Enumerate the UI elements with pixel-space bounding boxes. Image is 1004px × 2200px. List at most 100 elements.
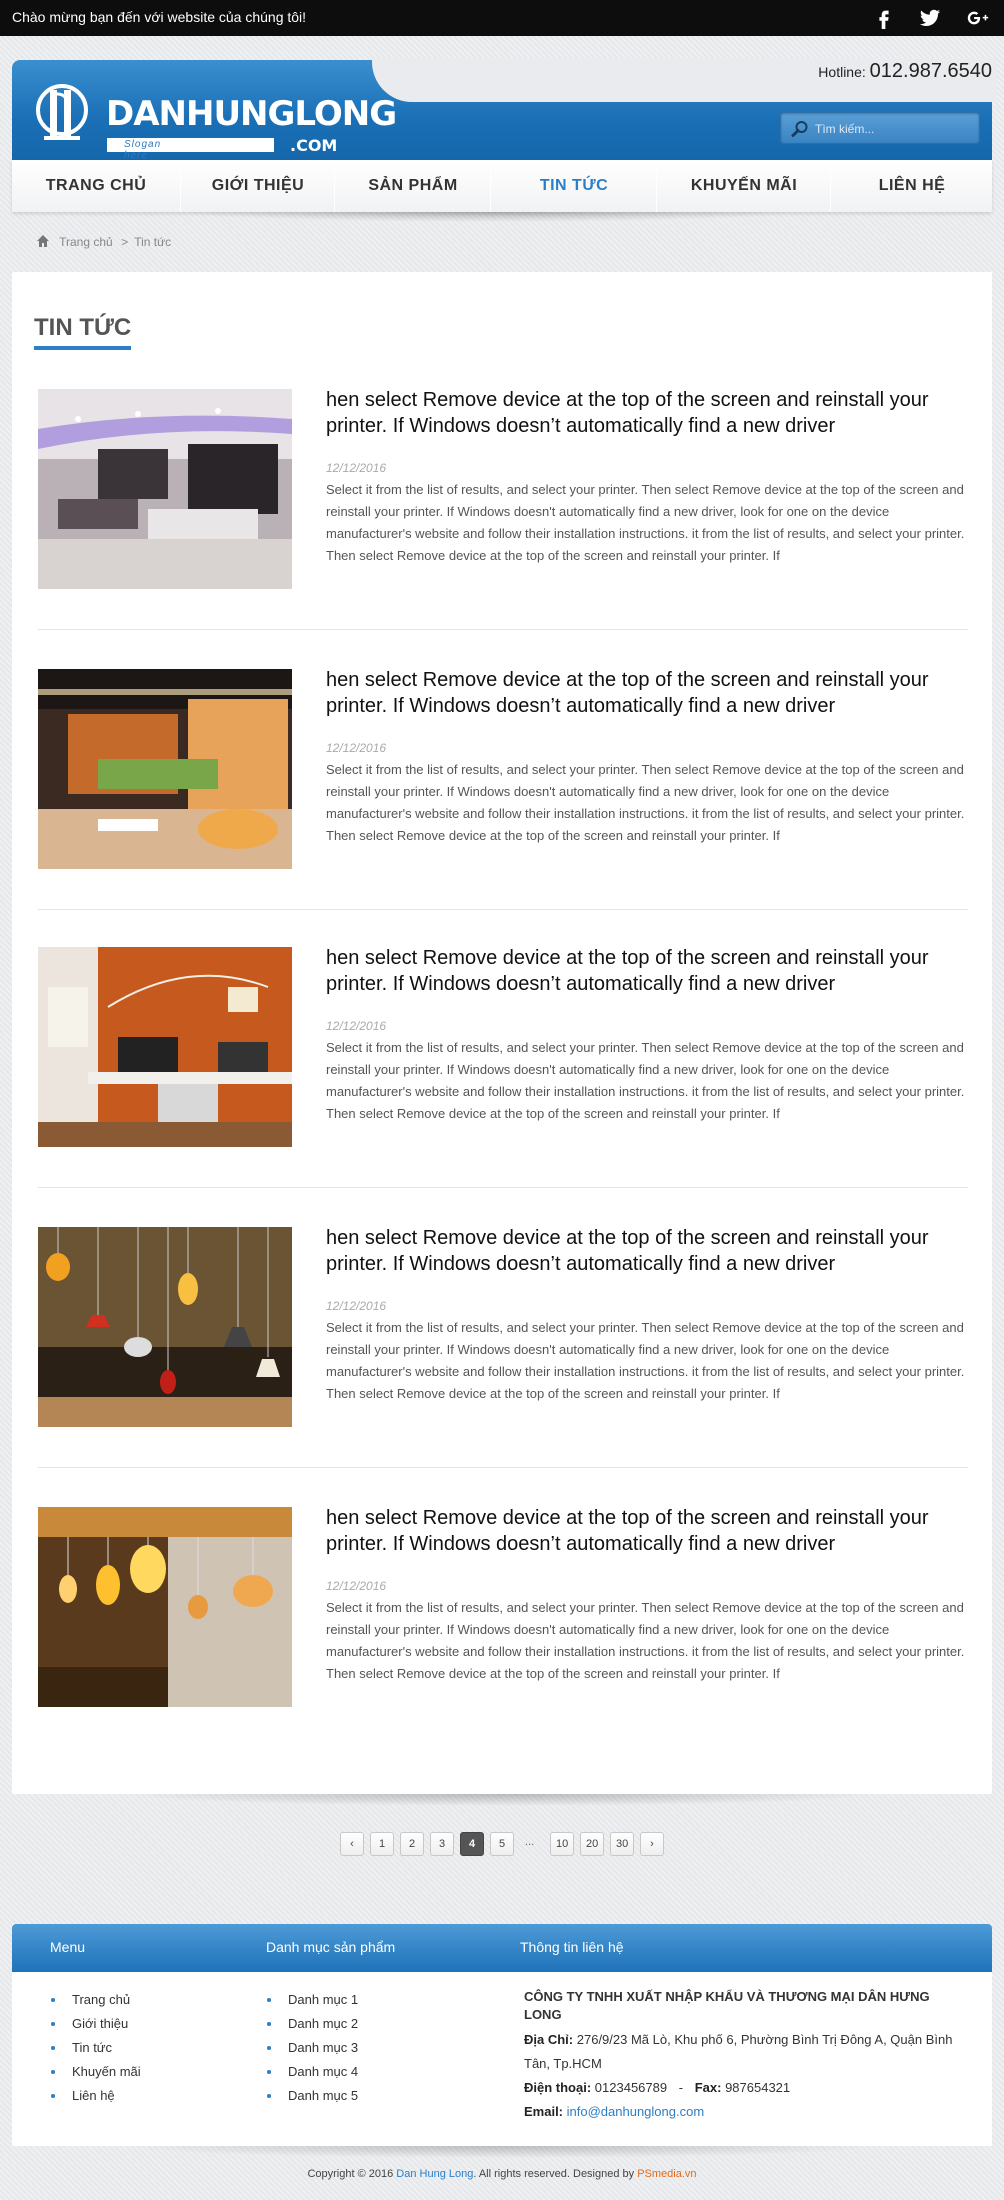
article-thumbnail[interactable]	[38, 1227, 292, 1427]
breadcrumb: Trang chủ > Tin tức	[36, 234, 171, 249]
article-date: 12/12/2016	[326, 461, 387, 475]
article-excerpt: Select it from the list of results, and …	[326, 1320, 965, 1401]
nav-item-home[interactable]: TRANG CHỦ	[12, 160, 180, 212]
welcome-text: Chào mừng bạn đến với website của chúng …	[12, 9, 307, 25]
article-thumbnail[interactable]	[38, 947, 292, 1147]
pagination-page-30[interactable]: 30	[610, 1832, 635, 1856]
pagination-prev-icon[interactable]: ‹	[340, 1832, 364, 1856]
fax-separator: -	[678, 2080, 684, 2095]
pagination-page-20[interactable]: 20	[580, 1832, 605, 1856]
home-icon[interactable]	[36, 234, 50, 248]
search-box	[780, 112, 980, 144]
breadcrumb-current: Tin tức	[134, 235, 172, 249]
copyright: Copyright © 2016 Dan Hung Long. All righ…	[0, 2168, 1004, 2180]
footer-link-label: Liên hệ	[72, 2088, 115, 2103]
article-item: hen select Remove device at the top of t…	[38, 387, 968, 630]
article-title[interactable]: hen select Remove device at the top of t…	[326, 1505, 946, 1557]
article-excerpt: Select it from the list of results, and …	[326, 482, 965, 563]
nav-separator	[656, 160, 657, 212]
article-excerpt: Select it from the list of results, and …	[326, 1040, 965, 1121]
article-divider	[38, 629, 968, 630]
logo-mark-icon	[36, 84, 88, 140]
company-name: CÔNG TY TNHH XUẤT NHẬP KHẨU VÀ THƯƠNG MẠ…	[524, 1989, 930, 2022]
footer-category-item[interactable]: Danh mục 1	[264, 1988, 358, 2012]
email-label: Email:	[524, 2104, 564, 2119]
footer-menu-item[interactable]: Liên hệ	[48, 2084, 141, 2108]
footer-category-item[interactable]: Danh mục 4	[264, 2060, 358, 2084]
email-link[interactable]: info@danhunglong.com	[567, 2104, 705, 2119]
article-item: hen select Remove device at the top of t…	[38, 667, 968, 910]
site-header: DANHUNGLONG Slogan here .COM Hotline: 01…	[12, 58, 997, 161]
search-icon[interactable]	[791, 120, 809, 138]
footer-link-label: Khuyến mãi	[72, 2064, 141, 2079]
footer-menu-list: Trang chủ Giới thiệu Tin tức Khuyến mãi …	[48, 1988, 141, 2108]
article-date: 12/12/2016	[326, 1299, 387, 1313]
pagination-page-3[interactable]: 3	[430, 1832, 454, 1856]
nav-item-news[interactable]: TIN TỨC	[492, 160, 656, 212]
footer-shadow	[120, 2146, 880, 2158]
nav-item-promotions[interactable]: KHUYẾN MÃI	[658, 160, 830, 212]
pagination-page-5[interactable]: 5	[490, 1832, 514, 1856]
address-label: Địa Chỉ:	[524, 2032, 574, 2047]
article-date: 12/12/2016	[326, 1579, 387, 1593]
phone-label: Điện thoại:	[524, 2080, 592, 2095]
footer-categories-heading: Danh mục sản phẩm	[266, 1939, 396, 1955]
pagination-next-icon[interactable]: ›	[640, 1832, 664, 1856]
article-title[interactable]: hen select Remove device at the top of t…	[326, 1225, 946, 1277]
article-divider	[38, 1467, 968, 1468]
hanging-lights-photo	[38, 1507, 292, 1707]
nav-item-products[interactable]: SẢN PHẨM	[336, 160, 490, 212]
breadcrumb-separator: >	[121, 235, 129, 249]
footer-header-bar: Menu Danh mục sản phẩm Thông tin liên hệ	[12, 1924, 992, 1972]
footer-categories-list: Danh mục 1 Danh mục 2 Danh mục 3 Danh mụ…	[264, 1988, 358, 2108]
twitter-icon[interactable]	[918, 6, 942, 30]
footer-menu-item[interactable]: Tin tức	[48, 2036, 141, 2060]
article-title[interactable]: hen select Remove device at the top of t…	[326, 667, 946, 719]
nav-item-about[interactable]: GIỚI THIỆU	[182, 160, 334, 212]
article-title[interactable]: hen select Remove device at the top of t…	[326, 387, 946, 439]
logo-text: DANHUNGLONG	[106, 94, 397, 134]
footer-menu-item[interactable]: Trang chủ	[48, 1988, 141, 2012]
hotline: Hotline: 012.987.6540	[818, 60, 992, 83]
footer-link-label: Danh mục 4	[288, 2064, 359, 2079]
pagination-page-10[interactable]: 10	[550, 1832, 575, 1856]
nav-separator	[830, 160, 831, 212]
google-plus-icon[interactable]	[966, 6, 990, 30]
phone-value: 0123456789	[594, 2080, 668, 2095]
footer-category-item[interactable]: Danh mục 5	[264, 2084, 358, 2108]
nav-item-contact[interactable]: LIÊN HỆ	[832, 160, 992, 212]
designer-link[interactable]: PSmedia.vn	[637, 2168, 696, 2180]
article-thumbnail[interactable]	[38, 389, 292, 589]
address-line: Địa Chỉ: 276/9/23 Mã Lò, Khu phố 6, Phườ…	[524, 2028, 964, 2076]
footer-category-item[interactable]: Danh mục 3	[264, 2036, 358, 2060]
phone-line: Điện thoại: 0123456789 - Fax: 987654321	[524, 2076, 964, 2100]
breadcrumb-home[interactable]: Trang chủ	[59, 235, 113, 249]
article-title[interactable]: hen select Remove device at the top of t…	[326, 945, 946, 997]
footer-menu-heading: Menu	[50, 1939, 86, 1955]
article-item: hen select Remove device at the top of t…	[38, 1507, 968, 1707]
article-thumbnail[interactable]	[38, 1507, 292, 1707]
article-item: hen select Remove device at the top of t…	[38, 1225, 968, 1468]
nav-separator	[490, 160, 491, 212]
footer-menu-item[interactable]: Giới thiệu	[48, 2012, 141, 2036]
article-divider	[38, 909, 968, 910]
nav-shadow	[180, 212, 800, 222]
copyright-company-link[interactable]: Dan Hung Long	[396, 2168, 473, 2180]
section-title: TIN TỨC	[34, 314, 132, 350]
hotline-label: Hotline:	[818, 64, 866, 80]
copyright-prefix: Copyright © 2016	[307, 2168, 394, 2180]
logo-suffix: .COM	[290, 136, 338, 155]
pagination-page-1[interactable]: 1	[370, 1832, 394, 1856]
article-thumbnail[interactable]	[38, 669, 292, 869]
footer-link-label: Danh mục 3	[288, 2040, 359, 2055]
footer-link-label: Danh mục 1	[288, 1992, 359, 2007]
pagination-page-4[interactable]: 4	[460, 1832, 484, 1856]
footer-category-item[interactable]: Danh mục 2	[264, 2012, 358, 2036]
search-input[interactable]	[815, 119, 975, 139]
footer-menu-item[interactable]: Khuyến mãi	[48, 2060, 141, 2084]
article-date: 12/12/2016	[326, 741, 387, 755]
pagination-page-2[interactable]: 2	[400, 1832, 424, 1856]
facebook-icon[interactable]	[872, 6, 896, 30]
nav-separator	[180, 160, 181, 212]
article-divider	[38, 1187, 968, 1188]
